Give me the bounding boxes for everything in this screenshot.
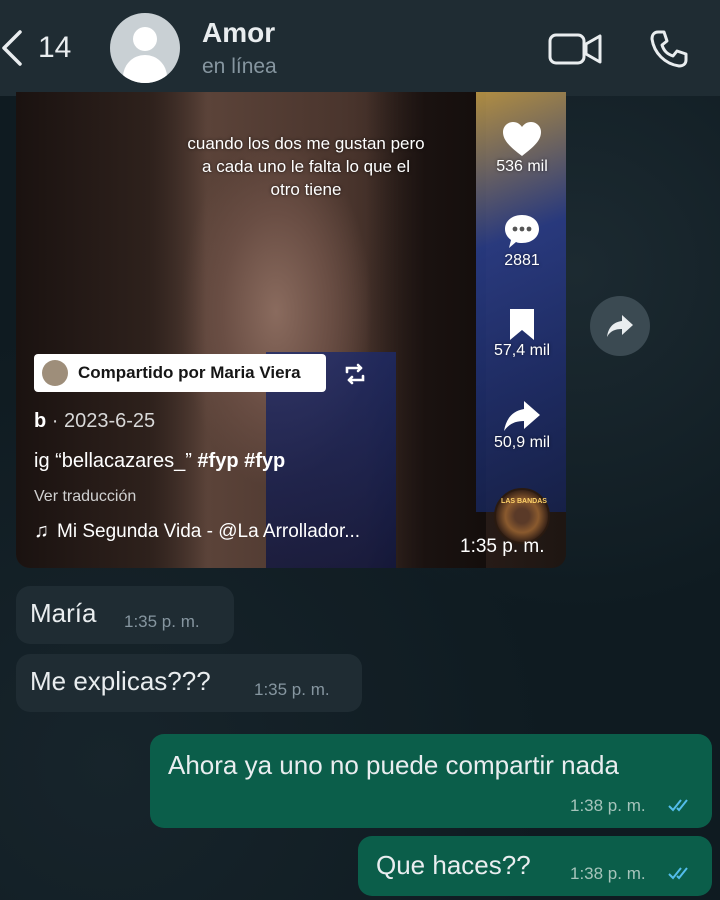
bookmark-icon <box>510 309 534 340</box>
like-count: 536 mil <box>496 158 548 175</box>
disc-label: LAS BANDAS <box>501 498 547 505</box>
repost-icon[interactable] <box>342 362 368 386</box>
author-name: b <box>34 410 47 432</box>
unread-count: 14 <box>38 31 72 64</box>
video-date: 2023-6-25 <box>64 410 156 432</box>
avatar-icon[interactable] <box>110 13 180 83</box>
share-count: 50,9 mil <box>493 434 551 451</box>
outgoing-message[interactable]: Ahora ya uno no puede compartir nada 1:3… <box>150 734 712 828</box>
double-check-icon <box>668 867 688 880</box>
message-time: 1:35 p. m. <box>124 612 200 631</box>
video-overlay-text: cuando los dos me gustan pero a cada uno… <box>187 134 425 199</box>
share-icon <box>504 401 540 431</box>
music-row[interactable]: ♫ Mi Segunda Vida - @La Arrollador... <box>34 520 360 543</box>
save-action[interactable]: 57,4 mil <box>482 306 562 360</box>
message-text: Ahora ya uno no puede compartir nada <box>168 750 619 780</box>
video-author[interactable]: b · 2023-6-25 <box>34 410 155 433</box>
contact-info[interactable]: Amor en línea <box>202 17 277 79</box>
forward-button[interactable] <box>590 296 650 356</box>
video-call-icon[interactable] <box>548 32 602 66</box>
chat-header: 14 Amor en línea <box>0 0 720 96</box>
message-text: Que haces?? <box>376 850 531 880</box>
message-text: María <box>30 598 97 628</box>
heart-icon <box>503 122 541 156</box>
incoming-message[interactable]: Me explicas??? 1:35 p. m. <box>16 654 362 712</box>
comment-action[interactable]: 2881 <box>490 212 554 270</box>
contact-name: Amor <box>202 17 276 48</box>
video-caption: ig “bellacazares_” #fyp #fyp <box>34 450 285 473</box>
comment-icon <box>505 215 539 248</box>
forward-icon <box>607 315 633 337</box>
message-time: 1:38 p. m. <box>570 864 646 883</box>
message-text: Me explicas??? <box>30 666 211 696</box>
shared-video-card[interactable]: cuando los dos me gustan pero a cada uno… <box>16 92 566 568</box>
back-button[interactable]: 14 <box>0 28 100 68</box>
outgoing-message[interactable]: Que haces?? 1:38 p. m. <box>358 836 712 896</box>
caption-text: ig “bellacazares_” <box>34 450 192 472</box>
double-check-icon <box>668 799 688 812</box>
like-action[interactable]: 536 mil <box>490 120 554 176</box>
comment-count: 2881 <box>504 252 540 269</box>
music-note-icon: ♫ <box>34 520 49 542</box>
avatar <box>42 360 68 386</box>
shared-by-chip[interactable]: Compartido por Maria Viera <box>34 354 326 392</box>
share-action[interactable]: 50,9 mil <box>482 398 562 452</box>
message-time: 1:38 p. m. <box>570 796 646 815</box>
shared-by-label: Compartido por Maria Viera <box>78 363 301 382</box>
translate-link[interactable]: Ver traducción <box>34 488 136 506</box>
message-time: 1:35 p. m. <box>460 536 545 557</box>
voice-call-icon[interactable] <box>648 28 690 70</box>
caption-hashtags[interactable]: #fyp #fyp <box>197 450 285 472</box>
music-title: Mi Segunda Vida - @La Arrollador... <box>57 520 361 542</box>
message-time: 1:35 p. m. <box>254 680 330 699</box>
back-chevron-icon <box>2 30 22 66</box>
incoming-message[interactable]: María 1:35 p. m. <box>16 586 234 644</box>
save-count: 57,4 mil <box>493 342 551 359</box>
contact-status: en línea <box>202 55 277 78</box>
